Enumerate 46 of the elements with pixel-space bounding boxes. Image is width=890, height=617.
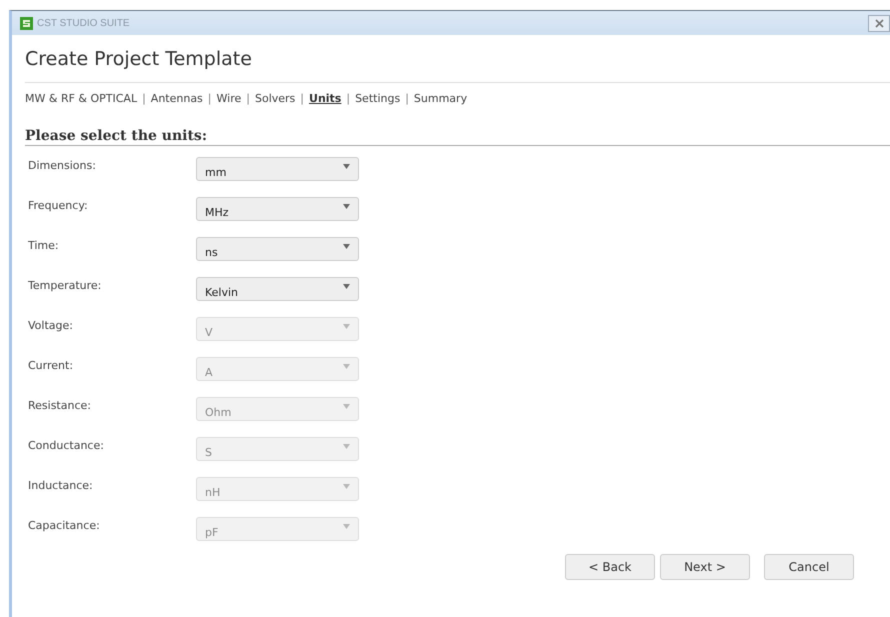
page-title: Create Project Template: [25, 35, 890, 83]
close-icon: [874, 18, 884, 28]
caret-icon: [343, 164, 350, 169]
step-link[interactable]: Solvers: [254, 92, 296, 105]
wizard-button[interactable]: Cancel: [764, 554, 854, 580]
unit-label: Inductance:: [27, 478, 94, 492]
step-link[interactable]: MW & RF & OPTICAL: [25, 92, 138, 105]
wizard-button[interactable]: < Back: [565, 554, 655, 580]
separator: |: [208, 92, 212, 105]
unit-dropdown[interactable]: ns: [196, 237, 359, 261]
unit-label: Frequency:: [27, 198, 89, 212]
caret-icon: [343, 284, 350, 289]
caret-icon: [343, 444, 350, 449]
step-link[interactable]: Wire: [216, 92, 242, 105]
step-link[interactable]: Summary: [414, 92, 468, 105]
unit-dropdown[interactable]: MHz: [196, 197, 359, 221]
caret-icon: [343, 244, 350, 249]
window-title: CST STUDIO SUITE: [37, 18, 130, 28]
unit-label: Dimensions:: [27, 158, 97, 172]
unit-dropdown[interactable]: Kelvin: [196, 277, 359, 301]
caret-icon: [343, 524, 350, 529]
unit-dropdown[interactable]: mm: [196, 157, 359, 181]
separator: |: [405, 92, 409, 105]
unit-label: Temperature:: [27, 278, 102, 292]
wizard-button[interactable]: Next >: [660, 554, 750, 580]
caret-icon: [343, 204, 350, 209]
caret-icon: [343, 404, 350, 409]
separator: |: [142, 92, 146, 105]
separator: |: [300, 92, 304, 105]
unit-label: Conductance:: [27, 438, 105, 452]
step-link[interactable]: Settings: [355, 92, 400, 105]
unit-label: Time:: [27, 238, 60, 252]
app-logo-icon: [20, 16, 33, 30]
unit-label: Voltage:: [27, 318, 74, 332]
step-link[interactable]: Antennas: [150, 92, 203, 105]
caret-icon: [343, 364, 350, 369]
separator: |: [246, 92, 250, 105]
caret-icon: [343, 324, 350, 329]
caret-icon: [343, 484, 350, 489]
unit-label: Current:: [27, 358, 74, 372]
close-button[interactable]: [868, 14, 890, 32]
step-link[interactable]: Units: [309, 92, 342, 105]
unit-label: Resistance:: [27, 398, 92, 412]
unit-label: Capacitance:: [27, 518, 101, 532]
separator: |: [346, 92, 350, 105]
section-heading: Please select the units:: [25, 128, 890, 146]
